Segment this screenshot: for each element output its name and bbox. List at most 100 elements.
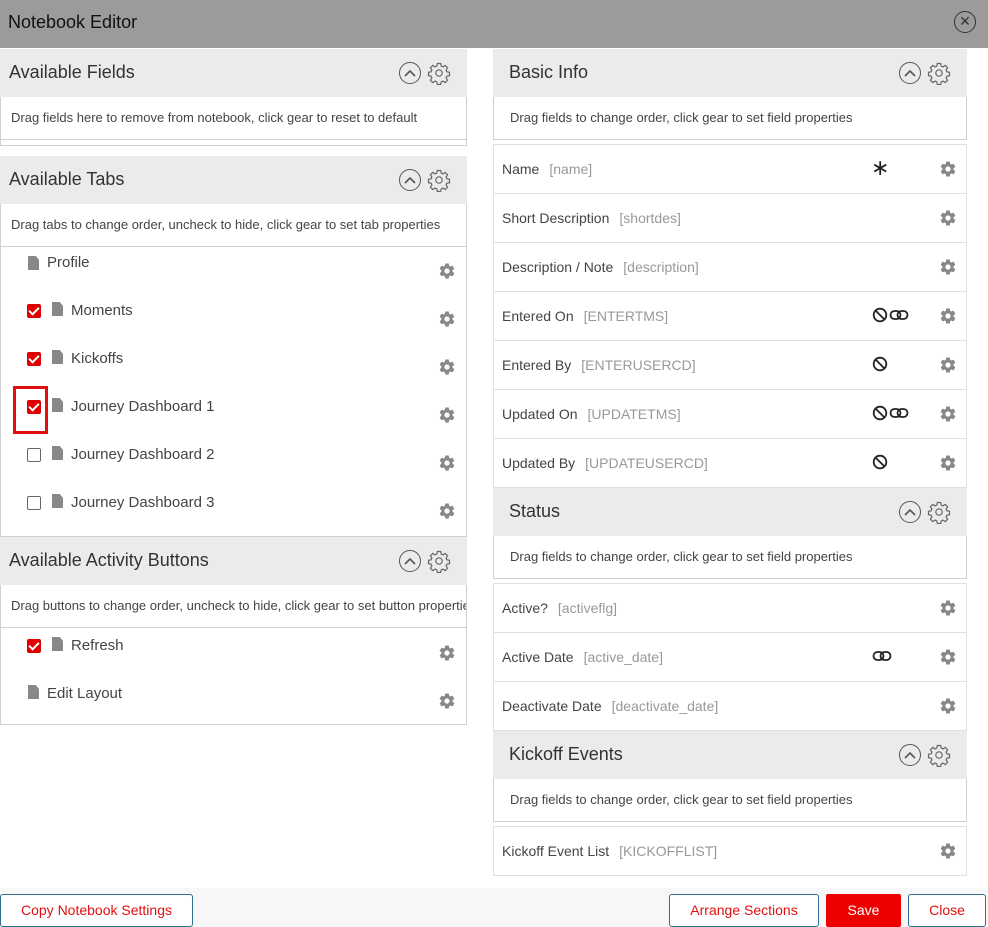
copy-notebook-settings-button[interactable]: Copy Notebook Settings [0,894,193,927]
field-row-active-date[interactable]: Active Date [active_date] [493,633,967,682]
gear-outline-icon[interactable] [427,549,451,573]
document-icon [52,637,63,651]
activity-buttons-header[interactable]: Available Activity Buttons [0,537,467,585]
field-key: [deactivate_date] [611,698,719,714]
no-entry-icon [872,405,888,421]
field-row-updated-by[interactable]: Updated By [UPDATEUSERCD] [493,439,967,488]
collapse-chevron-up-icon[interactable] [899,744,921,766]
gear-icon[interactable] [939,697,957,715]
gear-outline-icon[interactable] [927,61,951,85]
available-tabs-header[interactable]: Available Tabs [0,156,467,204]
field-row-name[interactable]: Name [name] ∗ [493,144,967,194]
gear-icon[interactable] [939,454,957,472]
field-row-entered-on[interactable]: Entered On [ENTERTMS] [493,292,967,341]
kickoff-events-header[interactable]: Kickoff Events [493,731,967,779]
field-row-active[interactable]: Active? [activeflg] [493,583,967,633]
gear-outline-icon[interactable] [427,168,451,192]
tab-label: Kickoffs [71,350,124,367]
field-row-entered-by[interactable]: Entered By [ENTERUSERCD] [493,341,967,390]
section-title: Available Fields [9,62,135,82]
close-circle-icon[interactable]: ✕ [954,11,976,33]
available-fields-header[interactable]: Available Fields [0,49,467,97]
field-name: Updated By [502,455,576,471]
collapse-chevron-up-icon[interactable] [899,501,921,523]
required-asterisk-icon: ∗ [871,155,890,180]
document-icon [28,256,39,270]
field-name: Deactivate Date [502,698,602,714]
gear-icon[interactable] [939,307,957,325]
field-row-short-description[interactable]: Short Description [shortdes] [493,194,967,243]
gear-outline-icon[interactable] [927,500,951,524]
field-key: [description] [623,259,699,275]
tab-visible-checkbox[interactable] [27,304,41,318]
collapse-chevron-up-icon[interactable] [399,550,421,572]
gear-icon[interactable] [438,454,456,472]
field-key: [active_date] [583,649,663,665]
tab-item-journey-dashboard-1[interactable]: Journey Dashboard 1 [1,391,466,439]
activity-buttons-list: Refresh Edit Layout [0,628,467,725]
gear-icon[interactable] [438,692,456,710]
gear-icon[interactable] [438,262,456,280]
document-icon [28,685,39,699]
tab-item-journey-dashboard-3[interactable]: Journey Dashboard 3 [1,487,466,535]
gear-icon[interactable] [438,644,456,662]
button-visible-checkbox[interactable] [27,639,41,653]
kickoff-events-description: Drag fields to change order, click gear … [493,779,967,822]
arrange-sections-button[interactable]: Arrange Sections [669,894,819,927]
field-name: Kickoff Event List [502,843,610,859]
no-entry-icon [872,356,888,372]
activity-item-edit-layout[interactable]: Edit Layout [1,676,466,724]
gear-icon[interactable] [939,258,957,276]
field-key: [ENTERUSERCD] [581,357,696,373]
gear-icon[interactable] [939,842,957,860]
no-entry-icon [872,307,888,323]
field-row-updated-on[interactable]: Updated On [UPDATETMS] [493,390,967,439]
field-row-kickoff-event-list[interactable]: Kickoff Event List [KICKOFFLIST] [493,826,967,876]
section-title: Basic Info [509,62,589,82]
gear-icon[interactable] [939,599,957,617]
gear-icon[interactable] [438,310,456,328]
tab-visible-checkbox[interactable] [27,496,41,510]
tab-item-kickoffs[interactable]: Kickoffs [1,343,466,391]
close-button[interactable]: Close [908,894,986,927]
gear-outline-icon[interactable] [927,743,951,767]
gear-outline-icon[interactable] [427,61,451,85]
gear-icon[interactable] [939,160,957,178]
gear-icon[interactable] [438,502,456,520]
gear-icon[interactable] [939,648,957,666]
collapse-chevron-up-icon[interactable] [899,62,921,84]
no-entry-icon [872,454,888,470]
tab-visible-checkbox[interactable] [27,352,41,366]
link-icon [889,408,909,418]
field-row-description[interactable]: Description / Note [description] [493,243,967,292]
document-icon [52,302,63,316]
gear-icon[interactable] [939,356,957,374]
field-name: Description / Note [502,259,614,275]
field-key: [UPDATEUSERCD] [585,455,708,471]
available-fields-description: Drag fields here to remove from notebook… [0,97,467,140]
tab-label: Journey Dashboard 2 [71,446,215,463]
tab-visible-checkbox[interactable] [27,448,41,462]
gear-icon[interactable] [939,405,957,423]
status-header[interactable]: Status [493,488,967,536]
activity-item-refresh[interactable]: Refresh [1,628,466,676]
collapse-chevron-up-icon[interactable] [399,62,421,84]
tab-label: Profile [47,254,90,271]
document-icon [52,446,63,460]
gear-icon[interactable] [939,209,957,227]
field-row-deactivate-date[interactable]: Deactivate Date [deactivate_date] [493,682,967,731]
gear-icon[interactable] [438,358,456,376]
tab-item-moments[interactable]: Moments [1,295,466,343]
section-title: Available Tabs [9,169,125,189]
save-button[interactable]: Save [826,894,901,927]
tab-item-profile[interactable]: Profile [1,247,466,295]
tab-item-journey-dashboard-2[interactable]: Journey Dashboard 2 [1,439,466,487]
window-title: Notebook Editor [8,12,138,32]
highlight-box [13,386,48,434]
basic-info-header[interactable]: Basic Info [493,49,967,97]
collapse-chevron-up-icon[interactable] [399,169,421,191]
document-icon [52,398,63,412]
field-key: [UPDATETMS] [587,406,681,422]
gear-icon[interactable] [438,406,456,424]
document-icon [52,350,63,364]
